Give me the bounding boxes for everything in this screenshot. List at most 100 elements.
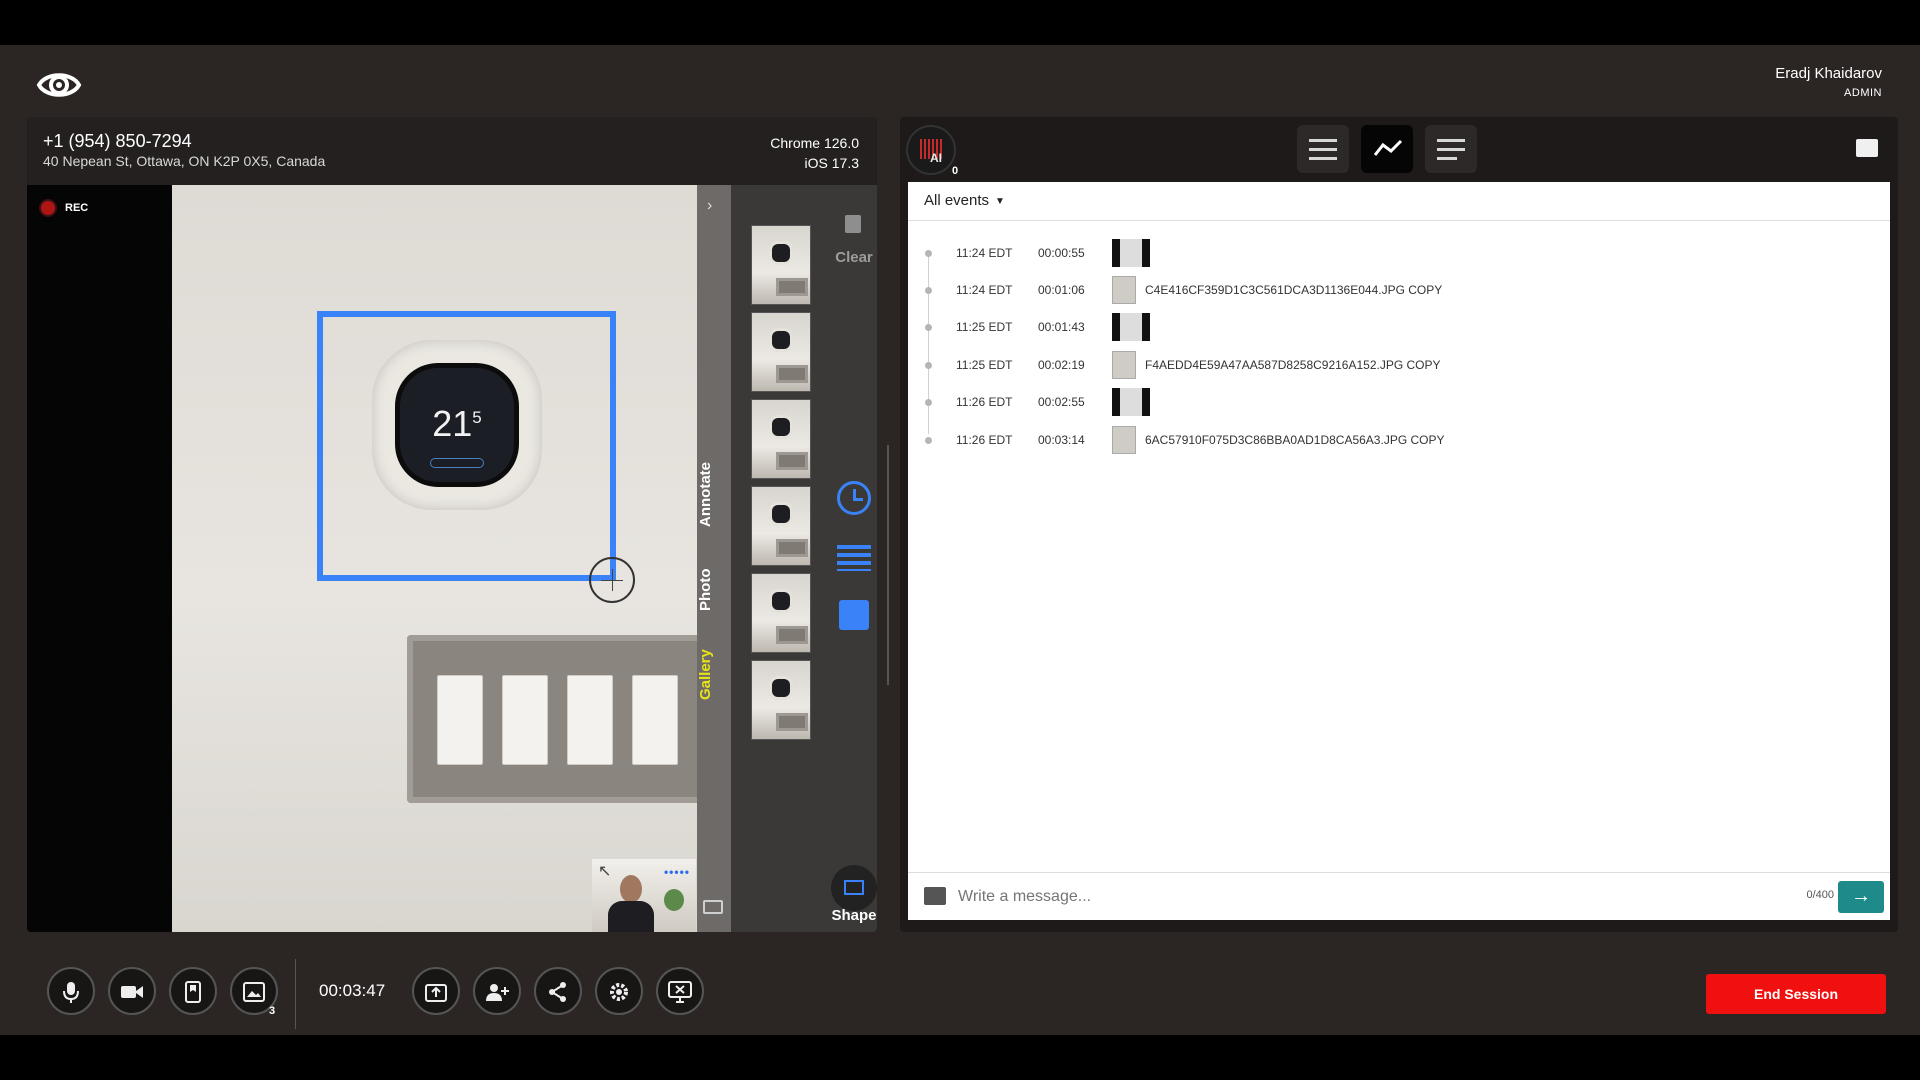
image-icon	[243, 982, 265, 1002]
photo-thumbnail[interactable]	[1112, 426, 1136, 454]
event-elapsed: 00:02:55	[1038, 395, 1085, 409]
plant	[664, 889, 684, 911]
event-row[interactable]: 11:25 EDT 00:01:43	[908, 312, 1890, 342]
screen-share-icon	[668, 981, 692, 1003]
gallery-thumbnail[interactable]	[751, 660, 811, 740]
annotation-tools: Clear Shape	[831, 185, 877, 932]
annotation-rectangle[interactable]	[317, 311, 616, 581]
light-switch	[437, 675, 483, 765]
gallery-thumbnail[interactable]	[751, 486, 811, 566]
gallery-thumbnail[interactable]	[751, 225, 811, 305]
gear-icon	[610, 983, 628, 1001]
agent-self-view[interactable]: ↖ •••••	[592, 859, 696, 932]
side-tabs: › Annotate Photo Gallery	[697, 185, 731, 932]
gallery-thumbnail[interactable]	[751, 399, 811, 479]
rec-label: REC	[65, 202, 89, 214]
os-version: iOS 17.3	[804, 155, 859, 171]
message-input[interactable]	[958, 881, 1778, 913]
panel-resize-handle[interactable]	[887, 445, 889, 685]
app-window: Eradj Khaidarov ADMIN +1 (954) 850-7294 …	[0, 45, 1920, 1035]
bookmark-button[interactable]	[169, 967, 217, 1015]
event-bullet	[925, 361, 932, 369]
screenshot-thumbnail[interactable]	[1112, 313, 1150, 341]
event-time: 11:24 EDT	[956, 246, 1013, 260]
events-panel: AI 0 All events ▼ 11:24 EDT 00:00:55 11:…	[900, 117, 1898, 932]
upload-icon	[425, 984, 447, 1002]
eye-logo-icon	[36, 73, 82, 97]
chevron-right-icon[interactable]: ›	[707, 197, 712, 215]
user-info[interactable]: Eradj Khaidarov ADMIN	[1775, 65, 1882, 99]
tab-gallery[interactable]: Gallery	[697, 635, 731, 715]
end-session-button[interactable]: End Session	[1706, 974, 1886, 1014]
gallery-count-badge: 3	[269, 1005, 276, 1017]
ai-label: AI	[930, 151, 942, 165]
color-picker[interactable]	[839, 600, 869, 630]
clear-button[interactable]: Clear	[831, 249, 877, 266]
caller-address: 40 Nepean St, Ottawa, ON K2P 0X5, Canada	[43, 153, 326, 169]
line-width-icon[interactable]	[837, 545, 871, 571]
drag-handle-icon[interactable]: •••••	[664, 865, 690, 879]
microphone-icon	[63, 982, 79, 1003]
share-button[interactable]	[534, 967, 582, 1015]
gallery-thumbnail[interactable]	[751, 312, 811, 392]
gallery-panel: Clear Shape	[731, 185, 877, 932]
ai-assistant-button[interactable]: AI	[906, 125, 956, 175]
text-lines-icon	[1437, 139, 1465, 142]
add-participant-button[interactable]	[473, 967, 521, 1015]
event-row[interactable]: 11:26 EDT 00:03:14 6AC57910F075D3C86BBA0…	[908, 425, 1890, 455]
settings-button[interactable]	[595, 967, 643, 1015]
person-head	[620, 875, 642, 903]
event-bullet	[925, 398, 932, 406]
send-button[interactable]: →	[1838, 881, 1884, 913]
trash-icon[interactable]	[845, 215, 861, 233]
events-feed: All events ▼ 11:24 EDT 00:00:55 11:24 EDT…	[908, 182, 1890, 920]
shape-button[interactable]	[831, 865, 877, 911]
event-row[interactable]: 11:26 EDT 00:02:55	[908, 387, 1890, 417]
upload-button[interactable]	[412, 967, 460, 1015]
event-bullet	[925, 436, 932, 444]
expand-arrow-icon[interactable]: ↖	[598, 861, 611, 881]
chat-icon[interactable]	[1856, 139, 1878, 157]
rectangle-icon	[844, 880, 864, 895]
screenshot-thumbnail[interactable]	[1112, 388, 1150, 416]
recording-indicator: REC	[39, 199, 88, 217]
caller-phone: +1 (954) 850-7294	[43, 131, 192, 151]
tab-photo[interactable]: Photo	[697, 555, 731, 625]
tab-annotate[interactable]: Annotate	[697, 445, 731, 545]
live-video-feed[interactable]: 215 ↖ •••••	[172, 185, 700, 932]
microphone-button[interactable]	[47, 967, 95, 1015]
caller-header: +1 (954) 850-7294 40 Nepean St, Ottawa, …	[27, 117, 877, 185]
device-info: Chrome 126.0 iOS 17.3	[770, 133, 859, 173]
gallery-thumbnail[interactable]	[751, 573, 811, 653]
screen-share-button[interactable]	[656, 967, 704, 1015]
camera-button[interactable]	[108, 967, 156, 1015]
photo-thumbnail[interactable]	[1112, 351, 1136, 379]
session-controls: 3 00:03:47 End Session	[27, 957, 1898, 1035]
screenshot-thumbnail[interactable]	[1112, 239, 1150, 267]
message-char-counter: 0/400	[1806, 889, 1834, 901]
event-bullet	[925, 249, 932, 257]
message-icon	[924, 887, 946, 905]
event-time: 11:26 EDT	[956, 395, 1013, 409]
event-time: 11:24 EDT	[956, 283, 1013, 297]
timeline-view-button[interactable]	[1361, 125, 1413, 173]
browser-version: Chrome 126.0	[770, 135, 859, 151]
video-camera-icon	[121, 986, 143, 998]
event-filename: C4E416CF359D1C3C561DCA3D1136E044.JPG COP…	[1145, 283, 1443, 297]
event-elapsed: 00:01:06	[1038, 283, 1085, 297]
photo-thumbnail[interactable]	[1112, 276, 1136, 304]
screen-icon[interactable]	[703, 900, 723, 914]
chevron-down-icon: ▼	[995, 195, 1005, 207]
crosshair-cursor-icon	[589, 557, 635, 603]
clock-icon[interactable]	[837, 481, 871, 515]
events-filter-dropdown[interactable]: All events ▼	[924, 192, 1005, 209]
event-row[interactable]: 11:24 EDT 00:00:55	[908, 238, 1890, 268]
event-time: 11:25 EDT	[956, 320, 1013, 334]
event-row[interactable]: 11:24 EDT 00:01:06 C4E416CF359D1C3C561DC…	[908, 275, 1890, 305]
list-view-button[interactable]	[1297, 125, 1349, 173]
event-time: 11:25 EDT	[956, 358, 1013, 372]
live-video-panel: +1 (954) 850-7294 40 Nepean St, Ottawa, …	[27, 117, 877, 932]
event-row[interactable]: 11:25 EDT 00:02:19 F4AEDD4E59A47AA587D82…	[908, 350, 1890, 380]
transcript-view-button[interactable]	[1425, 125, 1477, 173]
ai-count: 0	[952, 165, 959, 177]
